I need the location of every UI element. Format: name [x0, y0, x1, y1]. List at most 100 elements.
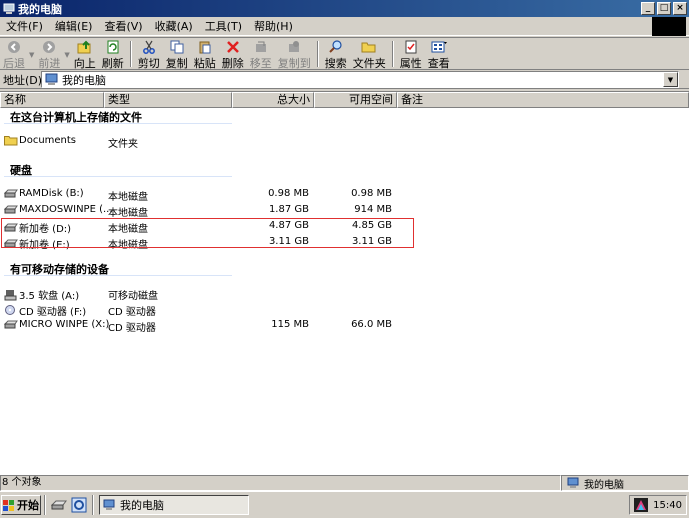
taskbar-window-my-computer[interactable]: 我的电脑: [99, 495, 249, 515]
file-list[interactable]: 名称 类型 总大小 可用空间 备注 在这台计算机上存储的文件 Documents…: [0, 91, 689, 474]
toolbar-separator: [391, 41, 394, 67]
windows-logo-box: [652, 17, 686, 36]
item-type: CD 驱动器: [108, 307, 156, 318]
cd-drive-icon: [4, 319, 18, 330]
delete-x-icon: [225, 40, 241, 54]
views-icon: [431, 40, 447, 54]
my-computer-icon: [45, 73, 58, 85]
clock[interactable]: 15:40: [653, 500, 682, 511]
col-name[interactable]: 名称: [0, 92, 104, 108]
item-type: 文件夹: [108, 139, 138, 150]
menu-favorites[interactable]: 收藏(A): [149, 18, 199, 34]
col-free[interactable]: 可用空间: [314, 92, 397, 108]
forward-label: 前进: [38, 57, 61, 70]
address-value: 我的电脑: [62, 73, 106, 87]
browser-icon[interactable]: [71, 497, 87, 513]
item-total: 1.87 GB: [268, 204, 309, 215]
taskbar-window-label: 我的电脑: [120, 499, 164, 512]
list-item-documents[interactable]: Documents 文件夹: [0, 133, 689, 150]
delete-label: 删除: [221, 57, 244, 70]
minimize-button[interactable]: _: [641, 2, 655, 15]
menu-file[interactable]: 文件(F): [0, 18, 49, 34]
item-free: 914 MB: [354, 204, 392, 215]
tray-app-icon[interactable]: [634, 498, 648, 512]
properties-icon: [403, 40, 419, 54]
refresh-button[interactable]: 刷新: [99, 40, 127, 70]
col-comment[interactable]: 备注: [397, 92, 689, 108]
col-total[interactable]: 总大小: [232, 92, 314, 108]
delete-button[interactable]: 删除: [219, 40, 247, 70]
my-computer-icon: [3, 3, 15, 14]
cut-button[interactable]: 剪切: [135, 40, 163, 70]
item-name: CD 驱动器 (F:): [19, 307, 87, 318]
status-location: 我的电脑: [561, 475, 689, 491]
item-name: RAMDisk (B:): [19, 188, 84, 199]
copy-icon: [169, 40, 185, 54]
properties-button[interactable]: 属性: [397, 40, 425, 70]
item-type: 可移动磁盘: [108, 291, 158, 302]
views-button[interactable]: 查看: [425, 40, 453, 70]
folders-label: 文件夹: [352, 57, 386, 70]
taskbar: 开始 我的电脑 15:40: [0, 491, 689, 518]
copy-button[interactable]: 复制: [163, 40, 191, 70]
item-free: 0.98 MB: [351, 188, 392, 199]
views-label: 查看: [427, 57, 450, 70]
menu-help[interactable]: 帮助(H): [248, 18, 299, 34]
menu-bar: 文件(F) 编辑(E) 查看(V) 收藏(A) 工具(T) 帮助(H): [0, 17, 689, 36]
item-type: 本地磁盘: [108, 208, 148, 219]
menu-view[interactable]: 查看(V): [98, 18, 148, 34]
menu-edit[interactable]: 编辑(E): [49, 18, 99, 34]
start-button[interactable]: 开始: [1, 495, 41, 515]
copy-to-label: 复制到: [277, 57, 311, 70]
address-dropdown-button[interactable]: ▼: [663, 72, 678, 87]
close-button[interactable]: ×: [673, 2, 687, 15]
refresh-icon: [105, 40, 121, 54]
group-divider: [4, 275, 232, 276]
item-free: 66.0 MB: [351, 319, 392, 330]
item-name: Documents: [19, 135, 77, 146]
column-header: 名称 类型 总大小 可用空间 备注: [0, 92, 689, 108]
item-total: 115 MB: [271, 319, 309, 330]
list-item-cd-x[interactable]: MICRO WINPE (X:) CD 驱动器 115 MB 66.0 MB: [0, 317, 689, 334]
item-name: MICRO WINPE (X:): [19, 319, 110, 330]
window-title-bar[interactable]: 我的电脑 _ □ ×: [0, 0, 689, 17]
window-title: 我的电脑: [18, 2, 62, 16]
copy-to-button[interactable]: 复制到: [275, 40, 314, 70]
show-desktop-icon[interactable]: [51, 497, 67, 513]
paste-label: 粘贴: [193, 57, 216, 70]
status-object-count: 8 个对象: [0, 475, 561, 491]
list-item-cd-f[interactable]: CD 驱动器 (F:) CD 驱动器: [0, 301, 689, 318]
search-button[interactable]: 搜索: [322, 40, 350, 70]
up-button[interactable]: 向上: [71, 40, 99, 70]
floppy-drive-icon: [4, 289, 18, 300]
list-item-ramdisk[interactable]: RAMDisk (B:) 本地磁盘 0.98 MB 0.98 MB: [0, 186, 689, 203]
item-type: 本地磁盘: [108, 192, 148, 203]
status-bar: 8 个对象 我的电脑: [0, 474, 689, 491]
folder-icon: [361, 40, 377, 54]
move-to-icon: [253, 40, 269, 54]
forward-dropdown-icon[interactable]: ▼: [64, 51, 69, 59]
folders-button[interactable]: 文件夹: [350, 40, 389, 70]
group-divider: [4, 176, 232, 177]
address-bar: 地址(D) 我的电脑 ▼: [0, 71, 689, 89]
menu-tools[interactable]: 工具(T): [199, 18, 248, 34]
col-type[interactable]: 类型: [104, 92, 232, 108]
back-dropdown-icon[interactable]: ▼: [29, 51, 34, 59]
forward-button[interactable]: 前进: [35, 40, 63, 70]
paste-button[interactable]: 粘贴: [191, 40, 219, 70]
item-name: MAXDOSWINPE (...: [19, 204, 113, 215]
folder-up-icon: [77, 40, 93, 54]
toolbar: 后退 ▼ 前进 ▼ 向上 刷新 剪切 复制 粘贴 删除 移至 复制到 搜索 文件…: [0, 37, 689, 70]
list-item-maxdos[interactable]: MAXDOSWINPE (... 本地磁盘 1.87 GB 914 MB: [0, 202, 689, 219]
address-input[interactable]: 我的电脑 ▼: [41, 71, 679, 88]
maximize-button[interactable]: □: [657, 2, 671, 15]
list-item-floppy[interactable]: 3.5 软盘 (A:) 可移动磁盘: [0, 285, 689, 302]
quicklaunch-separator: [44, 495, 46, 515]
toolbar-separator: [129, 41, 132, 67]
folder-icon: [4, 135, 18, 146]
scissors-icon: [141, 40, 157, 54]
move-to-button[interactable]: 移至: [247, 40, 275, 70]
windows-flag-icon: [3, 499, 14, 511]
back-button[interactable]: 后退: [0, 40, 28, 70]
start-label: 开始: [17, 499, 39, 512]
